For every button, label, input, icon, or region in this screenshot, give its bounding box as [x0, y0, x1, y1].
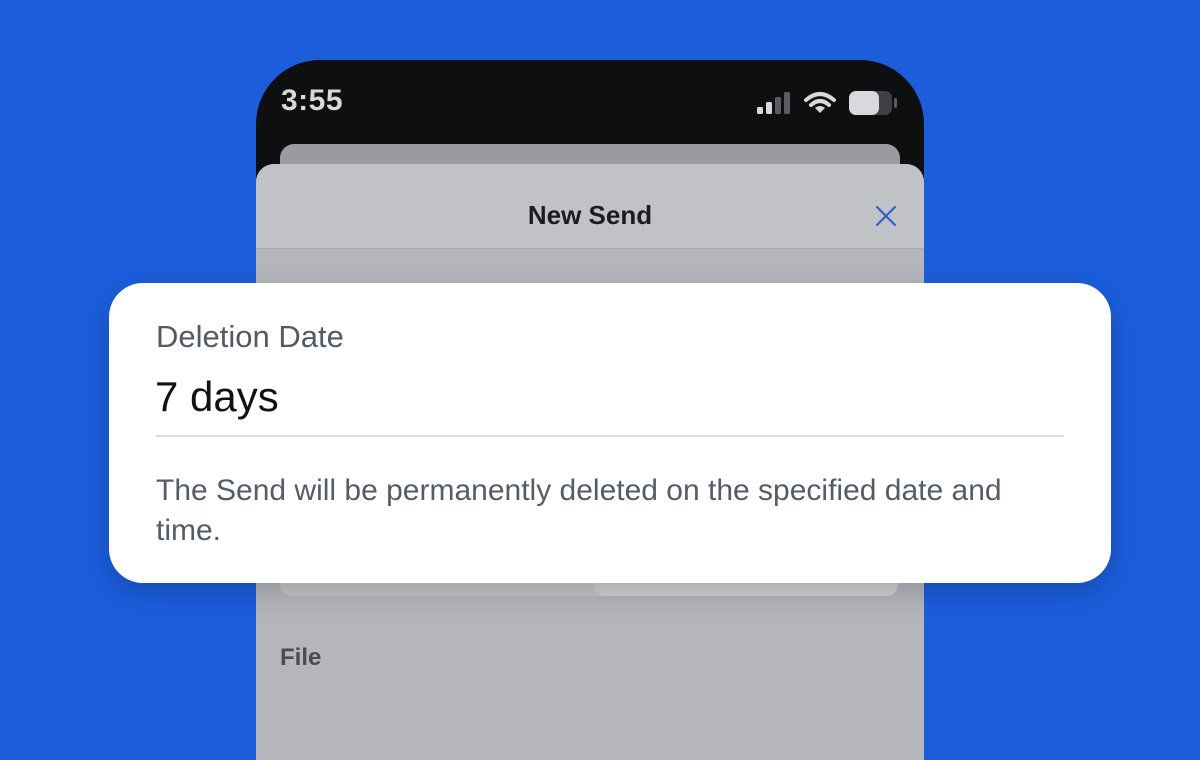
deletion-date-callout: Deletion Date 7 days The Send will be pe…	[109, 283, 1111, 583]
file-section-label: File	[280, 644, 322, 671]
status-time: 3:55	[281, 84, 344, 117]
sheet-title: New Send	[527, 200, 653, 230]
wifi-icon	[804, 92, 836, 113]
sheet-header: New Send	[256, 164, 924, 249]
deletion-date-label: Deletion Date	[156, 319, 344, 354]
close-icon[interactable]	[874, 204, 898, 228]
status-icons	[756, 90, 898, 116]
field-divider	[156, 435, 1064, 437]
deletion-date-value[interactable]: 7 days	[155, 373, 279, 421]
deletion-date-help-text: The Send will be permanently deleted on …	[156, 474, 1002, 547]
battery-icon	[849, 91, 897, 115]
cellular-signal-icon	[757, 92, 790, 114]
